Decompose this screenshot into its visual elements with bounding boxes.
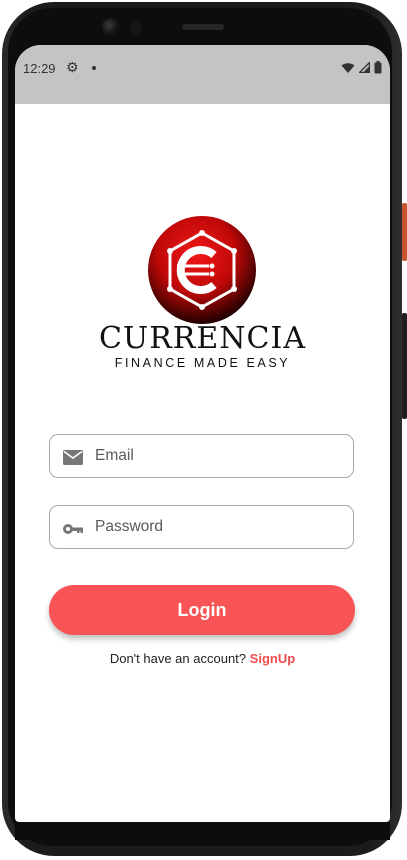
signal-icon (359, 62, 370, 73)
phone-device: 12:29 ⚙ CURRENCIA FINANCE MADE EASY Emai… (0, 0, 407, 860)
login-button[interactable]: Login (49, 585, 355, 635)
signup-prompt: Don't have an account? SignUp (15, 651, 390, 666)
email-input[interactable] (95, 435, 345, 477)
battery-icon (374, 61, 382, 74)
app-screen: 12:29 ⚙ CURRENCIA FINANCE MADE EASY Emai… (15, 45, 390, 822)
signup-link[interactable]: SignUp (250, 651, 296, 666)
email-field[interactable] (49, 434, 354, 478)
key-icon (63, 524, 83, 534)
status-time: 12:29 (23, 61, 56, 76)
password-input[interactable] (95, 506, 345, 548)
phone-chin (15, 822, 390, 840)
brand-name: CURRENCIA (98, 321, 307, 356)
volume-button[interactable] (402, 313, 407, 419)
wifi-icon (341, 62, 355, 73)
earpiece-speaker (182, 24, 224, 30)
power-button[interactable] (402, 203, 407, 261)
front-camera (102, 18, 120, 36)
brand-tagline: FINANCE MADE EASY (114, 356, 291, 370)
notification-dot-icon (92, 66, 96, 70)
signup-prompt-text: Don't have an account? (109, 651, 247, 666)
currencia-logo-icon (148, 216, 256, 324)
mail-icon (63, 450, 83, 465)
password-field[interactable] (49, 505, 354, 549)
status-icons (341, 61, 382, 74)
status-bar: 12:29 ⚙ (15, 45, 390, 104)
proximity-sensor (131, 20, 141, 34)
settings-icon: ⚙ (66, 59, 79, 75)
